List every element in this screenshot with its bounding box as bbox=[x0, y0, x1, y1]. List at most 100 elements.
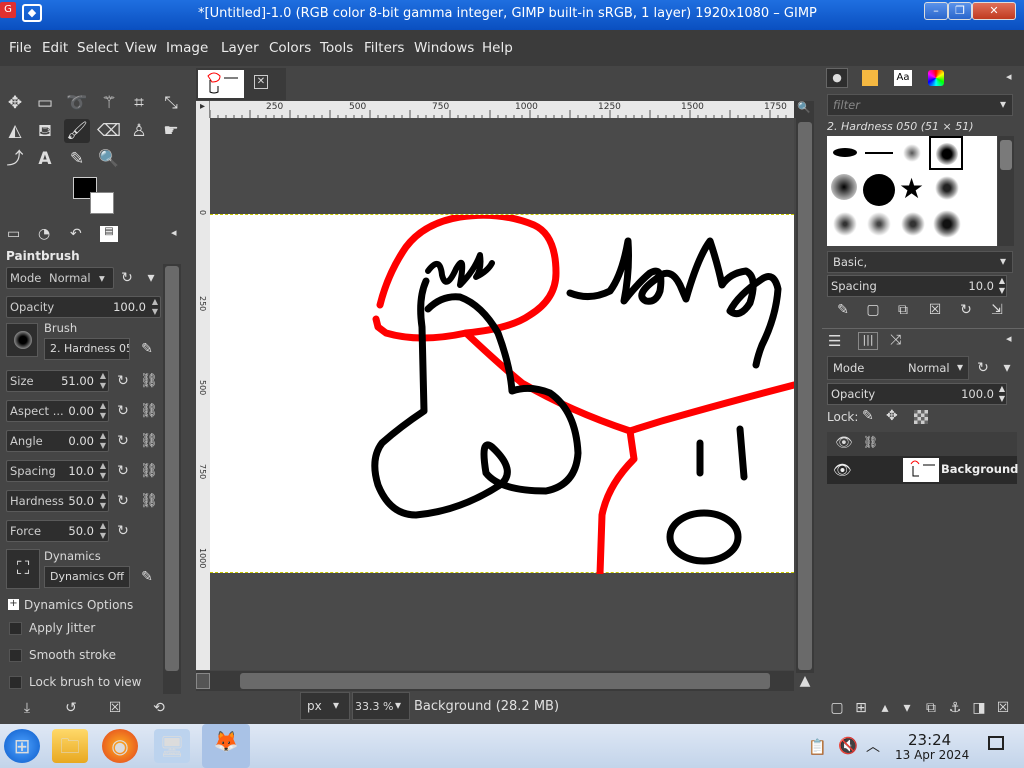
menu-colors[interactable]: Colors bbox=[269, 40, 311, 56]
dynamics-field[interactable]: Dynamics Off bbox=[44, 566, 130, 588]
eraser-icon[interactable]: ⌫ bbox=[96, 119, 122, 143]
tray-expand-icon[interactable]: ︿ bbox=[866, 736, 880, 756]
menu-file[interactable]: File bbox=[9, 40, 32, 56]
zoom-select[interactable]: 33.3 % ▾ bbox=[352, 692, 410, 720]
link-chain-icon[interactable]: ⛓ bbox=[138, 370, 160, 392]
paths-tab-icon[interactable]: ⤨ bbox=[890, 332, 901, 348]
dock-menu-icon[interactable]: ◂ bbox=[1006, 70, 1012, 83]
spacing-slider[interactable]: Spacing 10.0 ▲ ▼ bbox=[6, 460, 109, 482]
color-picker-icon[interactable]: ✎ bbox=[64, 147, 90, 171]
brush-item[interactable] bbox=[903, 144, 921, 162]
spin-arrows-icon[interactable]: ▲ ▼ bbox=[100, 491, 106, 511]
reset-angle-icon[interactable]: ↻ bbox=[112, 430, 134, 452]
menu-image[interactable]: Image bbox=[166, 40, 208, 56]
reset-mode-icon[interactable]: ↻ bbox=[116, 267, 138, 289]
reset-force-icon[interactable]: ↻ bbox=[112, 520, 134, 542]
lasso-icon[interactable]: ➰ bbox=[64, 91, 90, 115]
spin-arrows-icon[interactable]: ▲ ▼ bbox=[100, 431, 106, 451]
brush-item[interactable] bbox=[901, 212, 925, 236]
clipboard-tray-icon[interactable]: 📋 bbox=[808, 738, 827, 756]
restore-options-icon[interactable]: ↺ bbox=[60, 697, 82, 719]
show-desktop-icon[interactable] bbox=[988, 736, 1004, 750]
gradients-tab-icon[interactable] bbox=[928, 70, 944, 86]
lower-layer-icon[interactable]: ▾ bbox=[896, 697, 918, 719]
brush-name-field[interactable]: 2. Hardness 05 bbox=[44, 338, 130, 360]
close-button[interactable]: ✕ bbox=[972, 2, 1016, 20]
spin-arrows-icon[interactable]: ▲ ▼ bbox=[100, 401, 106, 421]
aspect-slider[interactable]: Aspect ... 0.00 ▲ ▼ bbox=[6, 400, 109, 422]
anchor-layer-icon[interactable]: ⚓ bbox=[944, 697, 966, 719]
new-brush-icon[interactable]: ▢ bbox=[862, 299, 884, 321]
edit-brush-icon[interactable]: ✎ bbox=[136, 338, 158, 360]
duplicate-layer-icon[interactable]: ⧉ bbox=[920, 697, 942, 719]
vertical-scroll-thumb[interactable] bbox=[798, 122, 812, 670]
layer-name[interactable]: Background bbox=[941, 462, 1018, 476]
delete-layer-icon[interactable]: ☒ bbox=[992, 697, 1014, 719]
visibility-eye-icon[interactable]: 👁 bbox=[833, 461, 852, 479]
firefox-icon[interactable]: ◉ bbox=[102, 729, 138, 763]
spin-arrows-icon[interactable]: ▲ ▼ bbox=[999, 276, 1005, 296]
image-tab[interactable]: ✕ bbox=[196, 68, 286, 100]
delete-options-icon[interactable]: ☒ bbox=[104, 697, 126, 719]
reset-aspect-icon[interactable]: ↻ bbox=[112, 400, 134, 422]
spin-arrows-icon[interactable]: ▲ ▼ bbox=[100, 371, 106, 391]
brush-item[interactable] bbox=[833, 212, 857, 236]
gimp-taskbar-icon[interactable]: 🦊 bbox=[202, 724, 250, 768]
control-panel-icon[interactable]: 🖥 bbox=[154, 729, 190, 763]
bucket-fill-icon[interactable]: ⛾ bbox=[32, 119, 58, 143]
undo-history-tab-icon[interactable]: ↶ bbox=[70, 226, 82, 242]
hardness-slider[interactable]: Hardness 50.0 ▲ ▼ bbox=[6, 490, 109, 512]
refresh-brushes-icon[interactable]: ↻ bbox=[955, 299, 977, 321]
brush-item[interactable] bbox=[863, 174, 895, 206]
star-brush-icon[interactable]: ★ bbox=[899, 172, 924, 205]
spin-arrows-icon[interactable]: ▲ ▼ bbox=[999, 384, 1005, 404]
lock-alpha-icon[interactable] bbox=[914, 410, 928, 424]
raise-layer-icon[interactable]: ▴ bbox=[874, 697, 896, 719]
brush-item[interactable] bbox=[933, 210, 961, 238]
spin-arrows-icon[interactable]: ▲ ▼ bbox=[100, 461, 106, 481]
tool-options-tab-icon[interactable]: ▭ bbox=[7, 226, 20, 242]
brush-item[interactable] bbox=[865, 152, 893, 154]
warp-icon[interactable]: ◭ bbox=[2, 119, 28, 143]
spin-arrows-icon[interactable]: ▲ ▼ bbox=[100, 521, 106, 541]
images-tab-icon[interactable]: ▤ bbox=[100, 226, 118, 242]
new-layer-group-icon[interactable]: ⊞ bbox=[850, 697, 872, 719]
menu-select[interactable]: Select bbox=[77, 40, 119, 56]
lock-pixels-icon[interactable]: ✎ bbox=[862, 408, 874, 424]
layer-opacity-slider[interactable]: Opacity 100.0 ▲ ▼ bbox=[827, 383, 1007, 405]
image-canvas[interactable] bbox=[210, 211, 798, 578]
brush-grid[interactable]: ★ bbox=[827, 136, 997, 246]
patterns-tab-icon[interactable] bbox=[862, 70, 878, 86]
layers-tab-icon[interactable]: ☰ bbox=[828, 332, 841, 350]
menu-tools[interactable]: Tools bbox=[320, 40, 353, 56]
layer-mode-select[interactable]: Mode Normal ▾ bbox=[827, 356, 969, 380]
new-layer-icon[interactable]: ▢ bbox=[826, 697, 848, 719]
expand-icon[interactable]: + bbox=[8, 599, 19, 610]
edit-brush-icon[interactable]: ✎ bbox=[832, 299, 854, 321]
reset-spacing-icon[interactable]: ↻ bbox=[112, 460, 134, 482]
close-tab-icon[interactable]: ✕ bbox=[254, 75, 268, 89]
dynamics-preview-icon[interactable]: ⛶ bbox=[6, 549, 40, 589]
menu-layer[interactable]: Layer bbox=[221, 40, 259, 56]
edit-dynamics-icon[interactable]: ✎ bbox=[136, 566, 158, 588]
selected-brush[interactable] bbox=[929, 136, 963, 170]
file-manager-icon[interactable]: 🗀 bbox=[52, 729, 88, 763]
zoom-icon[interactable]: 🔍 bbox=[96, 147, 122, 171]
brush-item[interactable] bbox=[833, 148, 857, 157]
crop-icon[interactable]: ⌗ bbox=[126, 91, 152, 115]
clock-time[interactable]: 23:24 bbox=[908, 731, 951, 749]
smudge-icon[interactable]: ☛ bbox=[158, 119, 184, 143]
menu-edit[interactable]: Edit bbox=[42, 40, 68, 56]
tool-options-scrollbar[interactable] bbox=[163, 264, 181, 694]
ruler-corner-icon[interactable]: ▸ bbox=[196, 101, 210, 118]
spin-arrows-icon[interactable]: ▲ ▼ bbox=[152, 297, 158, 317]
reset-hardness-icon[interactable]: ↻ bbox=[112, 490, 134, 512]
mask-layer-icon[interactable]: ◨ bbox=[968, 697, 990, 719]
menu-help[interactable]: Help bbox=[482, 40, 513, 56]
opacity-slider[interactable]: Opacity 100.0 ▲ ▼ bbox=[6, 296, 161, 318]
link-chain-icon[interactable]: ⛓ bbox=[138, 400, 160, 422]
menu-filters[interactable]: Filters bbox=[364, 40, 404, 56]
muted-speaker-icon[interactable]: 🔇 bbox=[838, 736, 858, 755]
horizontal-scroll-thumb[interactable] bbox=[240, 673, 770, 689]
brush-item[interactable] bbox=[935, 176, 959, 200]
